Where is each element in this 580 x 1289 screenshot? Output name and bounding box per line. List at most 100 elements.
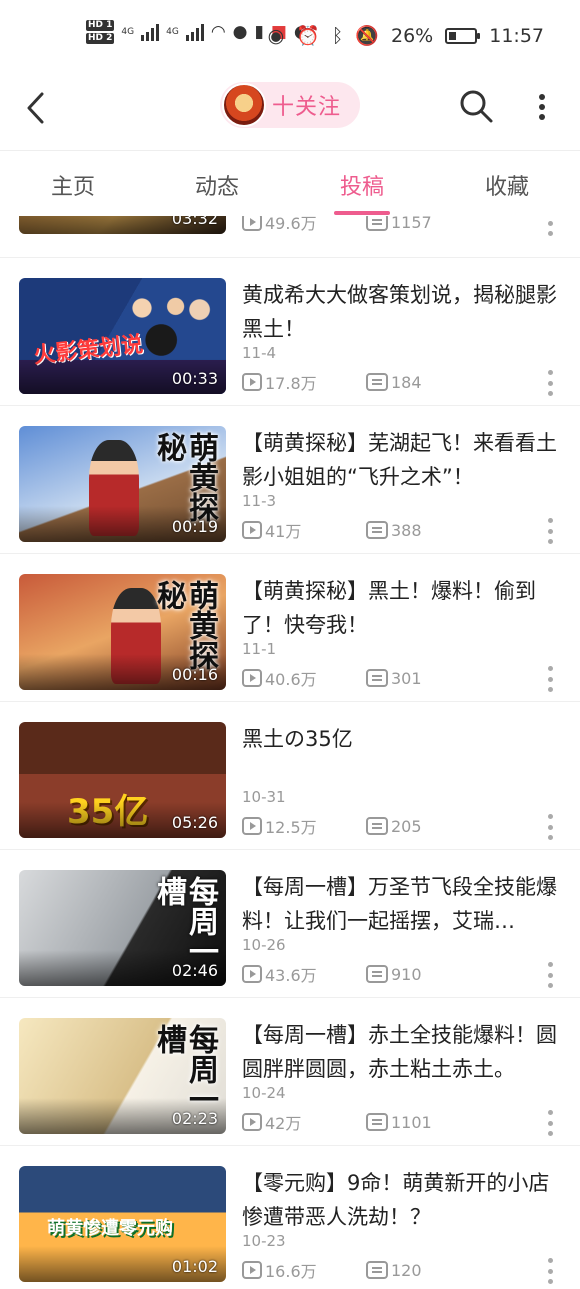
thumbnail-caption: 萌黄惨遭零元购 [47, 1218, 173, 1239]
video-date: 10-31 [242, 788, 286, 806]
comment-count: 120 [391, 1260, 422, 1280]
eye-icon: ◉ [267, 24, 285, 47]
signal-2-icon [185, 23, 204, 41]
video-title[interactable]: 【每周一槽】赤土全技能爆料！圆圆胖胖圆圆，赤土粘土赤土。 [242, 1018, 560, 1086]
video-title[interactable]: 【萌黄探秘】黑土！爆料！偷到了！快夸我！ [242, 574, 560, 642]
comment-count: 301 [391, 668, 422, 688]
battery-app-icon: ▮ [254, 22, 264, 42]
network-type-1: 4G [121, 27, 135, 37]
kebab-menu-icon[interactable] [546, 962, 554, 988]
video-thumbnail[interactable]: 03:32 [19, 216, 226, 234]
list-item[interactable]: 每周一槽 02:23 【每周一槽】赤土全技能爆料！圆圆胖胖圆圆，赤土粘土赤土。 … [0, 997, 580, 1146]
play-count-icon [242, 1261, 262, 1279]
play-count-icon [242, 965, 262, 983]
view-count: 43.6万 [265, 966, 317, 985]
search-icon[interactable] [458, 88, 494, 124]
list-item[interactable]: 萌黄惨遭零元购 01:02 【零元购】9命！萌黄新开的小店惨遭带恶人洗劫！？ 1… [0, 1145, 580, 1289]
list-item[interactable]: 火影策划说 00:33 黄成希大大做客策划说，揭秘腿影黑土！ 11-4 17.8… [0, 257, 580, 406]
play-count-icon [242, 1113, 262, 1131]
tab-activity[interactable]: 动态 [162, 169, 272, 201]
video-date: 10-23 [242, 1232, 286, 1250]
view-count: 49.6万 [265, 216, 317, 233]
video-stats: 16.6万 120 [242, 1258, 422, 1282]
kebab-menu-icon[interactable] [546, 1110, 554, 1136]
kebab-menu-icon[interactable] [546, 518, 554, 544]
video-stats: 42万 1101 [242, 1110, 432, 1134]
video-list[interactable]: 03:32 49.6万 1157 火影策划说 00:33 黄成希大大做客策划说，… [0, 216, 580, 1289]
comment-count: 184 [391, 372, 422, 392]
status-bar: HD 1 HD 2 4G 4G ◠ ● ▮ ■ ◐ ◉ ⏰ ᛒ 🔕 26% 11… [0, 0, 580, 74]
comment-count-icon [366, 373, 388, 391]
signal-1-icon [141, 23, 160, 41]
view-count: 12.5万 [265, 818, 317, 837]
video-stats: 49.6万 1157 [242, 216, 432, 234]
list-item[interactable]: 03:32 49.6万 1157 [0, 216, 580, 246]
comment-count-icon [366, 1261, 388, 1279]
video-duration: 02:46 [171, 961, 218, 980]
video-title[interactable]: 黄成希大大做客策划说，揭秘腿影黑土！ [242, 278, 560, 346]
divider [0, 849, 580, 850]
video-stats: 12.5万 205 [242, 814, 422, 838]
wifi-icon: ◠ [210, 22, 226, 42]
battery-percent: 26% [391, 24, 434, 47]
video-date: 11-4 [242, 344, 277, 362]
comment-count: 1157 [391, 216, 432, 232]
clock: 11:57 [489, 24, 544, 47]
video-title[interactable]: 【零元购】9命！萌黄新开的小店惨遭带恶人洗劫！？ [242, 1166, 560, 1234]
play-count-icon [242, 216, 262, 231]
video-duration: 02:23 [171, 1109, 218, 1128]
hd2-badge: HD 2 [86, 33, 115, 44]
video-date: 10-26 [242, 936, 286, 954]
video-duration: 03:32 [171, 216, 218, 228]
video-thumbnail[interactable]: 火影策划说 00:33 [19, 278, 226, 394]
view-count: 42万 [265, 1114, 302, 1133]
follow-button[interactable]: 十关注 [220, 82, 360, 128]
profile-tabs: 主页 动态 投稿 收藏 [0, 150, 580, 216]
mute-icon: 🔕 [355, 25, 379, 47]
video-thumbnail[interactable]: 萌黄探秘 00:19 [19, 426, 226, 542]
profile-header: 十关注 [0, 74, 580, 150]
follow-label: 十关注 [272, 95, 342, 120]
kebab-menu-icon[interactable] [546, 370, 554, 396]
list-item[interactable]: 35亿 05:26 黑土の35亿 10-31 12.5万 205 [0, 701, 580, 850]
tab-home[interactable]: 主页 [18, 169, 128, 201]
video-duration: 00:19 [171, 517, 218, 536]
video-thumbnail[interactable]: 每周一槽 02:46 [19, 870, 226, 986]
video-duration: 01:02 [171, 1257, 218, 1276]
play-count-icon [242, 521, 262, 539]
kebab-menu-icon[interactable] [546, 814, 554, 840]
kebab-menu-icon[interactable] [546, 666, 554, 692]
play-count-icon [242, 669, 262, 687]
divider [0, 257, 580, 258]
comment-count-icon [366, 965, 388, 983]
video-title[interactable]: 黑土の35亿 [242, 722, 560, 756]
comment-count: 205 [391, 816, 422, 836]
kebab-menu-icon[interactable] [546, 216, 554, 236]
list-item[interactable]: 萌黄探秘 00:19 【萌黄探秘】芜湖起飞！来看看土影小姐姐的“飞升之术”！ 1… [0, 405, 580, 554]
list-item[interactable]: 萌黄探秘 00:16 【萌黄探秘】黑土！爆料！偷到了！快夸我！ 11-1 40.… [0, 553, 580, 702]
play-count-icon [242, 373, 262, 391]
video-duration: 00:16 [171, 665, 218, 684]
kebab-menu-icon[interactable] [546, 1258, 554, 1284]
video-title[interactable]: 【每周一槽】万圣节飞段全技能爆料！让我们一起摇摆，艾瑞… [242, 870, 560, 938]
video-title[interactable]: 【萌黄探秘】芜湖起飞！来看看土影小姐姐的“飞升之术”！ [242, 426, 560, 494]
comment-count-icon [366, 1113, 388, 1131]
tab-favorites[interactable]: 收藏 [452, 169, 562, 201]
video-thumbnail[interactable]: 每周一槽 02:23 [19, 1018, 226, 1134]
hd1-badge: HD 1 [86, 20, 115, 31]
bluetooth-icon: ᛒ [331, 24, 344, 47]
comment-count: 388 [391, 520, 422, 540]
list-item[interactable]: 每周一槽 02:46 【每周一槽】万圣节飞段全技能爆料！让我们一起摇摆，艾瑞… … [0, 849, 580, 998]
tab-uploads[interactable]: 投稿 [307, 169, 417, 201]
view-count: 17.8万 [265, 374, 317, 393]
divider [0, 701, 580, 702]
comment-count-icon [366, 817, 388, 835]
alarm-icon: ⏰ [296, 25, 320, 47]
back-arrow-icon[interactable] [22, 90, 52, 126]
video-thumbnail[interactable]: 萌黄探秘 00:16 [19, 574, 226, 690]
video-duration: 05:26 [171, 813, 218, 832]
more-vertical-icon[interactable] [536, 92, 548, 122]
view-count: 41万 [265, 522, 302, 541]
video-thumbnail[interactable]: 35亿 05:26 [19, 722, 226, 838]
video-thumbnail[interactable]: 萌黄惨遭零元购 01:02 [19, 1166, 226, 1282]
